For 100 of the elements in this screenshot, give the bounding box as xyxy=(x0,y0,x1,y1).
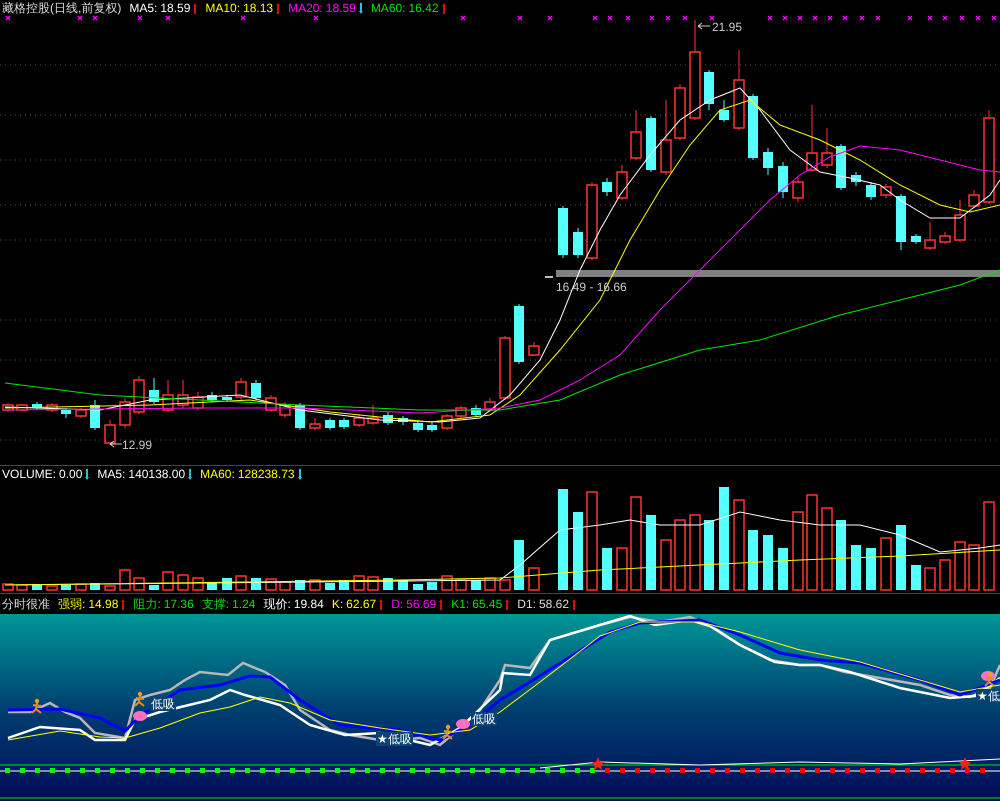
candlestick xyxy=(924,222,936,250)
candlestick xyxy=(104,420,116,446)
candlestick xyxy=(235,378,247,400)
candlestick xyxy=(778,162,788,198)
indicator-label: MA5: xyxy=(97,467,126,481)
candlestick xyxy=(573,228,583,258)
indicator-value: 128238.73 xyxy=(238,467,295,481)
volume-bar xyxy=(836,520,846,590)
indicator-label: 阻力: xyxy=(133,597,161,611)
indicator-value: 17.36 xyxy=(164,597,194,611)
indicator-value: 19.84 xyxy=(294,597,324,611)
volume-bar xyxy=(471,580,481,590)
chart-title: 藏格控股(日线,前复权) xyxy=(2,1,122,15)
candlestick xyxy=(413,420,423,432)
volume-bar xyxy=(427,582,437,590)
price-label: 12.99 xyxy=(122,438,152,452)
candlestick xyxy=(61,408,71,418)
candlestick xyxy=(309,418,321,430)
indicator-value: 58.62 xyxy=(538,597,569,611)
indicator-label: 强弱: xyxy=(58,597,86,611)
volume-bar xyxy=(514,540,524,590)
candlestick xyxy=(499,336,511,400)
volume-bar xyxy=(455,579,467,591)
candlestick xyxy=(616,164,628,200)
candlestick xyxy=(646,116,656,172)
indicator-label: MA60: xyxy=(200,467,235,481)
volume-bar xyxy=(911,565,921,590)
candlestick xyxy=(602,178,612,196)
indicator-value: 18.59 xyxy=(160,1,190,15)
candlestick xyxy=(630,110,642,160)
candlestick xyxy=(851,172,861,186)
candlestick xyxy=(353,414,365,428)
indicator-label: K: xyxy=(332,597,344,611)
runner-icon xyxy=(134,692,145,707)
candlestick xyxy=(162,380,174,412)
indicator-label: MA20: xyxy=(288,1,323,15)
signal-label: ★低吸 xyxy=(376,732,413,746)
volume-bar xyxy=(704,520,714,590)
candlestick xyxy=(455,406,467,418)
indicator-value: 140138.00 xyxy=(128,467,186,481)
volume-bar xyxy=(133,577,145,591)
volume-bar xyxy=(866,548,876,590)
candlestick xyxy=(119,398,131,428)
volume-bar xyxy=(499,579,511,591)
candlestick xyxy=(528,342,540,356)
candlestick xyxy=(177,380,189,408)
volume-bar xyxy=(968,544,980,591)
price-label: 21.95 xyxy=(712,20,742,34)
candlestick xyxy=(367,404,379,426)
candlestick xyxy=(719,100,729,122)
candlestick xyxy=(836,144,846,190)
candlestick xyxy=(339,418,349,430)
indicator-value: 1.24 xyxy=(232,597,256,611)
candlestick xyxy=(427,422,437,432)
candlestick xyxy=(484,398,496,412)
leader-line xyxy=(698,22,710,30)
volume-bar xyxy=(177,574,189,591)
candlestick xyxy=(207,392,217,402)
candlestick xyxy=(75,408,87,418)
runner-icon xyxy=(984,672,995,687)
indicator-label: MA60: xyxy=(370,1,406,15)
signal-label: 低吸 xyxy=(150,697,176,711)
volume-bar xyxy=(924,567,936,591)
candlestick xyxy=(748,94,758,160)
indicator-label: D: xyxy=(391,597,404,611)
candlestick xyxy=(471,404,481,416)
indicator-label: MA10: xyxy=(205,1,240,15)
volume-bar xyxy=(279,581,291,591)
volume-bar xyxy=(413,584,423,590)
volume-bar xyxy=(251,578,261,590)
indicator-label: D1: xyxy=(517,597,536,611)
candlestick xyxy=(674,84,686,140)
leader-line xyxy=(110,440,122,448)
candlestick xyxy=(279,402,291,418)
candlestick xyxy=(558,206,568,258)
volume-bar xyxy=(104,585,116,591)
candlestick xyxy=(911,234,921,244)
indicator-label: K1: xyxy=(451,597,470,611)
volume-bar xyxy=(528,567,540,591)
candlestick xyxy=(514,304,524,364)
indicator-value: 56.69 xyxy=(406,597,436,611)
volume-bar xyxy=(660,539,672,591)
volume-bar xyxy=(778,548,788,590)
indicator-value: 18.13 xyxy=(243,1,274,15)
gem-icon xyxy=(133,711,147,721)
volume-bar xyxy=(896,525,906,590)
volume-bar xyxy=(851,545,861,590)
indicator-value: 16.42 xyxy=(408,1,439,15)
candlestick xyxy=(398,416,408,426)
volume-bar xyxy=(235,575,247,591)
volume-bar xyxy=(16,584,28,591)
candlestick xyxy=(251,380,261,400)
candlestick xyxy=(383,412,393,426)
indicator-value: 0.00 xyxy=(59,467,82,481)
indicator-value: 18.59 xyxy=(326,1,356,15)
candlestick xyxy=(806,104,818,172)
candlestick xyxy=(968,190,980,208)
candlestick xyxy=(954,200,966,242)
volume-bar xyxy=(119,569,131,591)
candlestick xyxy=(792,178,804,202)
